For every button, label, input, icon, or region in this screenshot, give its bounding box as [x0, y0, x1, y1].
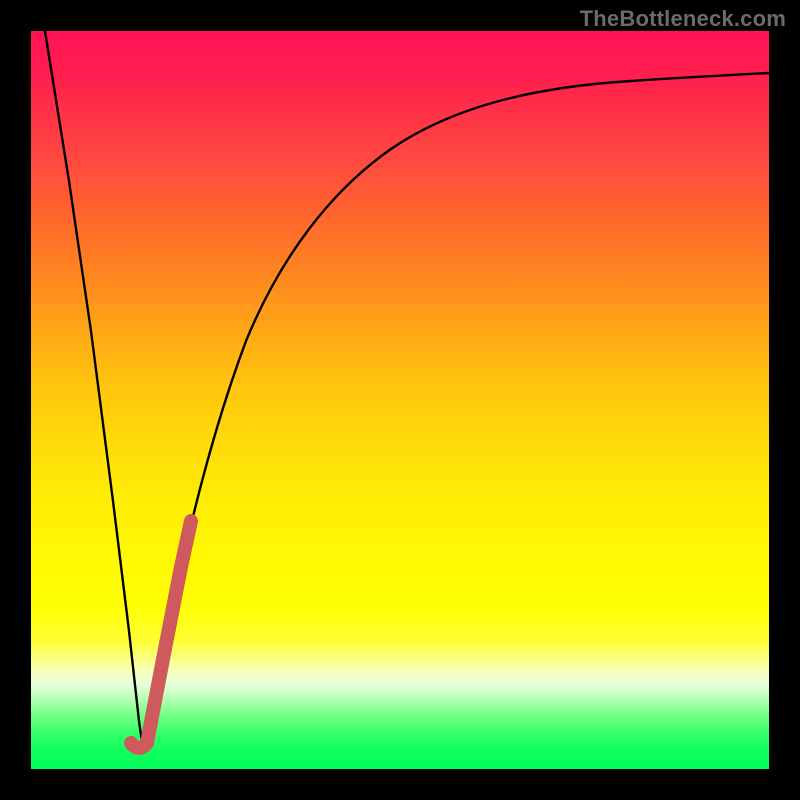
plot-area	[31, 31, 769, 769]
curve-right-branch	[143, 73, 769, 749]
highlight-segment	[131, 521, 191, 748]
curve-layer	[31, 31, 769, 769]
curve-left-branch	[45, 31, 143, 749]
chart-frame: TheBottleneck.com	[0, 0, 800, 800]
watermark-text: TheBottleneck.com	[580, 6, 786, 32]
